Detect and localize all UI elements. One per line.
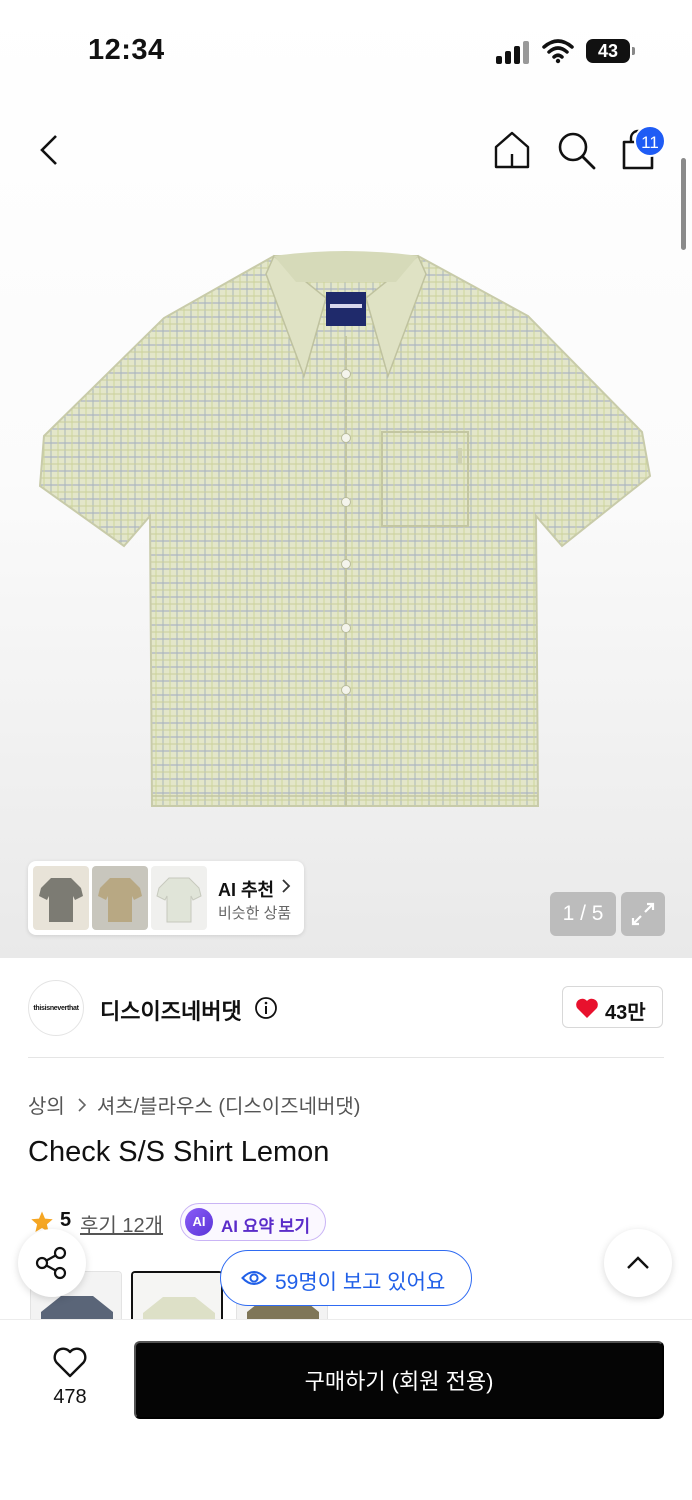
status-time: 12:34: [88, 34, 165, 66]
signal-icon: [496, 40, 532, 64]
ai-recommend-title: AI 추천: [218, 880, 275, 900]
status-bar: 12:34 43: [0, 0, 692, 100]
image-page-counter: 1 / 5: [550, 892, 616, 936]
chevron-right-icon: [78, 1097, 86, 1112]
info-icon[interactable]: [254, 996, 278, 1020]
ai-recommend-subtitle: 비슷한 상품: [218, 905, 292, 922]
review-count-link[interactable]: 후기 12개: [80, 1209, 163, 1238]
expand-image-button[interactable]: [621, 892, 665, 936]
color-option-selected[interactable]: [131, 1271, 223, 1319]
wish-count: 478: [53, 1386, 87, 1408]
scroll-indicator: [681, 158, 686, 250]
back-icon[interactable]: [30, 128, 74, 172]
home-icon[interactable]: [490, 128, 534, 172]
buy-button[interactable]: 구매하기 (회원 전용): [134, 1341, 664, 1419]
chevron-right-icon: [282, 879, 291, 893]
product-title: Check S/S Shirt Lemon: [28, 1136, 330, 1168]
brand-like-button[interactable]: 43만: [562, 986, 663, 1028]
live-viewers-text: 59명이 보고 있어요: [275, 1271, 446, 1294]
similar-product-thumb[interactable]: [151, 866, 207, 930]
breadcrumb-subcategory[interactable]: 셔츠/블라우스 (디스이즈네버댓): [97, 1090, 361, 1119]
expand-icon: [631, 902, 655, 926]
heart-outline-icon[interactable]: [52, 1347, 88, 1379]
ai-recommend-card[interactable]: AI 추천 비슷한 상품: [28, 861, 304, 935]
brand-name[interactable]: 디스이즈네버댓: [100, 994, 242, 1026]
wifi-icon: [542, 39, 574, 64]
ai-summary-button[interactable]: AI AI 요약 보기: [180, 1203, 326, 1241]
divider: [28, 1057, 664, 1058]
brand-logo[interactable]: thisisneverthat: [28, 980, 84, 1036]
eye-icon: [241, 1271, 267, 1285]
live-viewers-badge: 59명이 보고 있어요: [220, 1250, 472, 1306]
search-icon[interactable]: [554, 128, 598, 172]
cart-count-badge: 11: [634, 125, 666, 157]
share-icon: [35, 1246, 67, 1280]
battery-icon: 43: [586, 39, 635, 63]
ai-badge-icon: AI: [185, 1208, 213, 1236]
similar-product-thumb[interactable]: [92, 866, 148, 930]
ai-summary-label: AI 요약 보기: [221, 1217, 311, 1236]
similar-product-thumb[interactable]: [33, 866, 89, 930]
brand-like-count: 43만: [605, 1002, 646, 1024]
share-button[interactable]: [18, 1229, 86, 1297]
product-image: [38, 251, 652, 807]
heart-filled-icon: [576, 998, 598, 1018]
breadcrumb: 상의 셔츠/블라우스 (디스이즈네버댓): [28, 1090, 360, 1119]
scroll-to-top-button[interactable]: [604, 1229, 672, 1297]
breadcrumb-category[interactable]: 상의: [28, 1090, 65, 1119]
chevron-up-icon: [627, 1256, 649, 1269]
